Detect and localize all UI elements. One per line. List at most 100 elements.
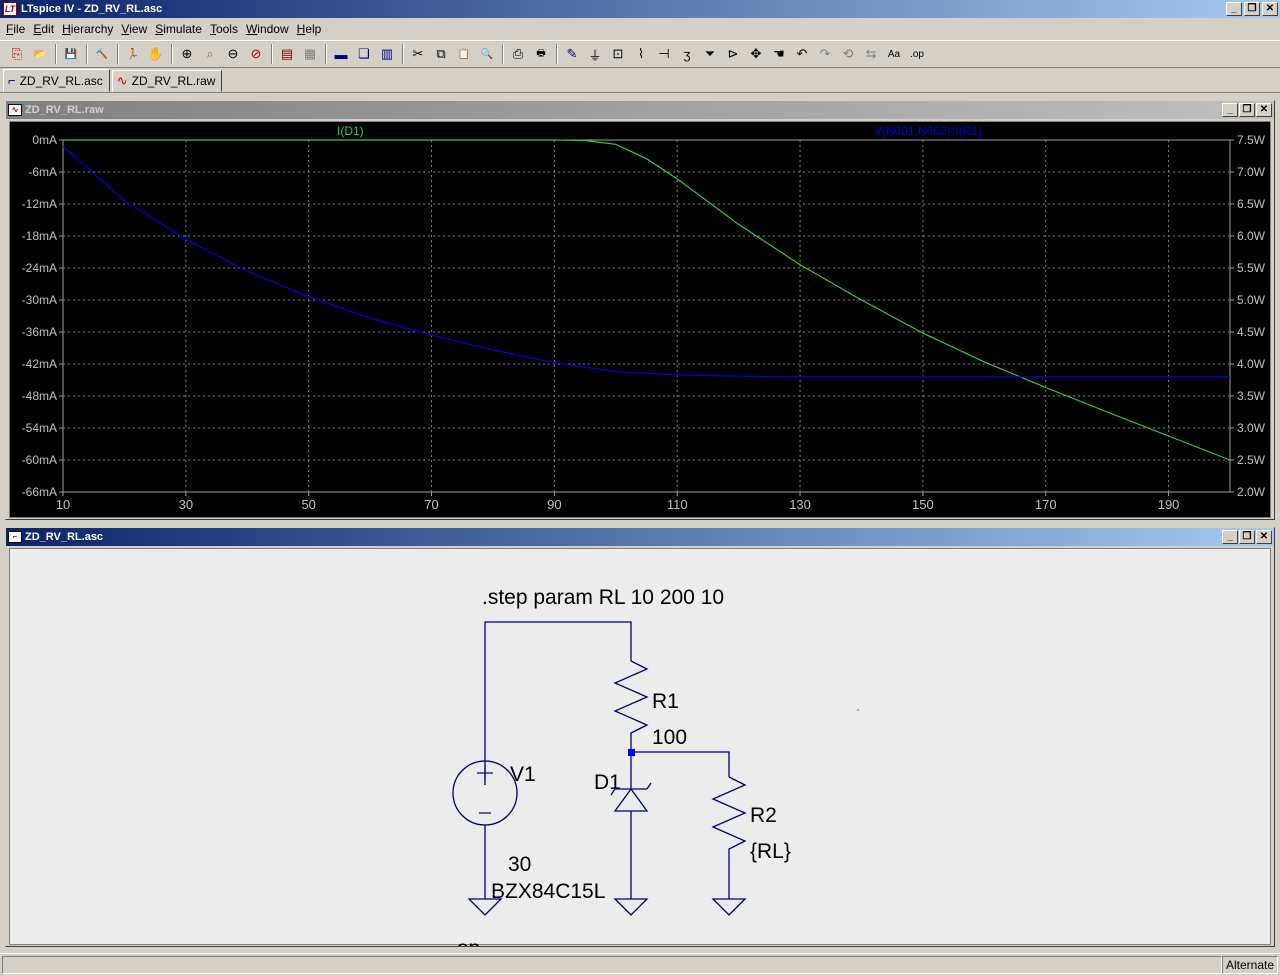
title-bar[interactable]: LT LTspice IV - ZD_RV_RL.asc _ ❐ ✕ xyxy=(0,0,1280,18)
op-directive[interactable]: .op xyxy=(451,937,480,946)
r2-name-label[interactable]: R2 xyxy=(750,804,777,827)
v1-value-label[interactable]: 30 xyxy=(508,853,531,876)
fft-icon[interactable]: ▦ xyxy=(299,43,321,65)
waveform-window-titlebar[interactable]: ∿ ZD_RV_RL.raw _ ❐ ✕ xyxy=(6,101,1274,119)
toolbar-separator xyxy=(325,44,327,64)
schematic-canvas[interactable]: .step param RL 10 200 10 .op V1 30 R1 10… xyxy=(9,548,1272,946)
ground-icon[interactable]: ⏚ xyxy=(584,43,606,65)
zoom-in-icon[interactable]: ⊕ xyxy=(176,43,198,65)
y-right-tick-label: 7.5W xyxy=(1237,133,1266,147)
document-tabs: ⌐ ZD_RV_RL.asc ∿ ZD_RV_RL.raw xyxy=(0,69,1280,93)
schematic-tab-icon: ⌐ xyxy=(8,73,16,88)
r2-value-label[interactable]: {RL} xyxy=(750,840,791,863)
draw-wire-icon[interactable]: ✎ xyxy=(561,43,583,65)
restore-button[interactable]: ❐ xyxy=(1244,2,1260,16)
y-right-tick-label: 3.5W xyxy=(1237,389,1266,403)
schematic-drawing[interactable]: .step param RL 10 200 10 .op V1 30 R1 10… xyxy=(10,549,1272,946)
tile-vertical-icon[interactable]: ▥ xyxy=(376,43,398,65)
menu-edit[interactable]: Edit xyxy=(29,22,58,36)
label-net-icon[interactable]: ⊡ xyxy=(607,43,629,65)
paste-icon[interactable]: 📋 xyxy=(453,43,475,65)
restore-button[interactable]: ❐ xyxy=(1239,530,1255,544)
halt-icon[interactable]: ✋ xyxy=(145,43,167,65)
menu-window[interactable]: Window xyxy=(242,22,293,36)
save-icon[interactable]: 💾 xyxy=(60,43,82,65)
waveform-window-icon: ∿ xyxy=(8,104,22,116)
wire-node[interactable] xyxy=(631,751,730,777)
pan-icon[interactable]: ⌕ xyxy=(199,43,221,65)
waveform-plot-pane[interactable]: 10 30 50 70 90 110 130 150 170 190 0mA 7.5W -6mA 7.0W… xyxy=(9,121,1271,518)
move-icon[interactable]: ✥ xyxy=(745,43,767,65)
text-icon[interactable]: Aa xyxy=(883,43,905,65)
minimize-button[interactable]: _ xyxy=(1226,2,1242,16)
menu-simulate[interactable]: Simulate xyxy=(151,22,206,36)
inductor-icon[interactable]: ʒ xyxy=(676,43,698,65)
component-icon[interactable]: ⊳ xyxy=(722,43,744,65)
resistor-r1[interactable] xyxy=(613,660,649,752)
waveform-plot[interactable]: 10 30 50 70 90 110 130 150 170 190 0mA 7.5W -6mA 7.0W… xyxy=(10,122,1272,519)
copy-icon[interactable]: ⧉ xyxy=(430,43,452,65)
mirror-icon[interactable]: ⇆ xyxy=(860,43,882,65)
undo-icon[interactable]: ↶ xyxy=(791,43,813,65)
y-left-tick-label: -18mA xyxy=(22,229,57,243)
autorange-icon[interactable]: ▤ xyxy=(276,43,298,65)
tab-waveform[interactable]: ∿ ZD_RV_RL.raw xyxy=(111,70,223,92)
y-left-tick-label: -24mA xyxy=(22,261,57,275)
menu-help[interactable]: Help xyxy=(293,22,326,36)
minimize-button[interactable]: _ xyxy=(1222,103,1238,117)
menu-hierarchy[interactable]: Hierarchy xyxy=(58,22,117,36)
trace-label-power-r1[interactable]: V(N001,N002)*I(R1) xyxy=(874,124,982,138)
drag-icon[interactable]: ☚ xyxy=(768,43,790,65)
menu-view[interactable]: View xyxy=(117,22,151,36)
control-panel-icon[interactable]: 🔨 xyxy=(91,43,113,65)
plot-frame xyxy=(62,139,1231,493)
new-schematic-icon[interactable]: ⎘ xyxy=(6,43,28,65)
resistor-r2[interactable] xyxy=(711,776,747,899)
resistor-icon[interactable]: ⌇ xyxy=(630,43,652,65)
print-setup-icon[interactable]: ⎙ xyxy=(507,43,529,65)
schematic-window-titlebar[interactable]: ⌐ ZD_RV_RL.asc _ ❐ ✕ xyxy=(6,528,1274,546)
v1-name-label[interactable]: V1 xyxy=(510,763,536,786)
zoom-fit-icon[interactable]: ⊘ xyxy=(245,43,267,65)
schematic-window-controls: _ ❐ ✕ xyxy=(1222,530,1272,544)
close-button[interactable]: ✕ xyxy=(1262,2,1278,16)
capacitor-icon[interactable]: ⊣ xyxy=(653,43,675,65)
x-tick-label: 90 xyxy=(547,497,561,512)
close-button[interactable]: ✕ xyxy=(1256,103,1272,117)
run-icon[interactable]: 🏃 xyxy=(122,43,144,65)
cut-icon[interactable]: ✂ xyxy=(407,43,429,65)
find-icon[interactable]: 🔍 xyxy=(476,43,498,65)
step-directive[interactable]: .step param RL 10 200 10 xyxy=(482,586,724,609)
trace-label-i-d1[interactable]: I(D1) xyxy=(337,124,364,138)
redo-icon[interactable]: ↷ xyxy=(814,43,836,65)
restore-button[interactable]: ❐ xyxy=(1239,103,1255,117)
cascade-icon[interactable]: ❏ xyxy=(353,43,375,65)
x-tick-label: 190 xyxy=(1158,497,1180,512)
spice-directive-icon[interactable]: .op xyxy=(906,43,928,65)
r1-value-label[interactable]: 100 xyxy=(652,726,687,749)
y-right-tick-label: 4.0W xyxy=(1237,357,1266,371)
menu-tools[interactable]: Tools xyxy=(206,22,242,36)
menu-file[interactable]: File xyxy=(2,22,29,36)
print-icon[interactable]: 🖶 xyxy=(530,43,552,65)
ground-2[interactable] xyxy=(613,898,649,916)
status-mode: Alternate xyxy=(1221,956,1278,974)
ground-3[interactable] xyxy=(711,898,747,916)
d1-value-label[interactable]: BZX84C15L xyxy=(491,880,605,903)
x-tick-label: 110 xyxy=(667,497,688,512)
series-line-power-r1[interactable] xyxy=(62,145,1230,378)
diode-icon[interactable]: ⏷ xyxy=(699,43,721,65)
r1-name-label[interactable]: R1 xyxy=(652,690,679,713)
zoom-out-icon[interactable]: ⊖ xyxy=(222,43,244,65)
d1-name-label[interactable]: D1 xyxy=(594,771,621,794)
x-tick-label: 30 xyxy=(179,497,193,512)
wire-top[interactable] xyxy=(484,621,632,785)
rotate-icon[interactable]: ⟲ xyxy=(837,43,859,65)
tile-horizontal-icon[interactable]: ▬ xyxy=(330,43,352,65)
menu-bar: File Edit Hierarchy View Simulate Tools … xyxy=(0,19,1280,38)
close-button[interactable]: ✕ xyxy=(1256,530,1272,544)
tab-schematic[interactable]: ⌐ ZD_RV_RL.asc xyxy=(3,69,110,92)
ltspice-logo-icon: LT xyxy=(3,2,17,16)
minimize-button[interactable]: _ xyxy=(1222,530,1238,544)
open-icon[interactable]: 📂 xyxy=(29,43,51,65)
